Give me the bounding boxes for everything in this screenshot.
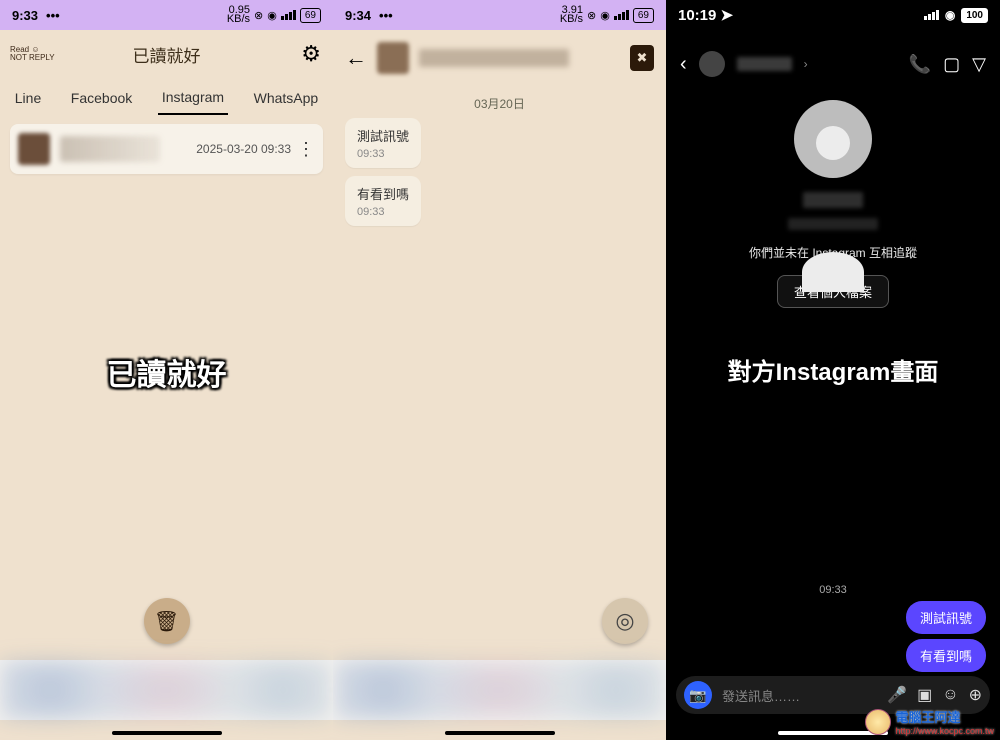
net-speed: 0.95 KB/s bbox=[227, 6, 250, 24]
phone-right: 10:19 ➤ ◉ 100 ‹ › 📞 ▢ ▽ 你們並未在 Instagram … bbox=[666, 0, 1000, 740]
signal-icon bbox=[614, 10, 629, 20]
plus-icon[interactable]: ⊕ bbox=[969, 685, 982, 705]
home-indicator bbox=[112, 731, 222, 735]
instagram-icon: ◎ bbox=[615, 608, 634, 634]
incoming-message: 有看到嗎 09:33 bbox=[345, 176, 421, 226]
battery-indicator: 69 bbox=[633, 8, 654, 23]
status-dots: ••• bbox=[379, 8, 393, 23]
status-bar: 9:33 ••• 0.95 KB/s ⊗ ◉ 69 bbox=[0, 0, 333, 30]
app-logo: Read ☺ NOT REPLY bbox=[10, 46, 55, 62]
mic-icon[interactable]: 🎤 bbox=[887, 685, 907, 705]
battery-indicator: 69 bbox=[300, 8, 321, 23]
conversation-name-blurred bbox=[60, 136, 160, 162]
status-bar: 9:34 ••• 3.91 KB/s ⊗ ◉ 69 bbox=[333, 0, 666, 30]
chat-header: ‹ › 📞 ▢ ▽ bbox=[666, 40, 1000, 88]
voice-off-icon: ⊗ bbox=[587, 9, 596, 22]
chat-header: ← ✖ bbox=[333, 30, 666, 85]
message-text: 測試訊號 bbox=[357, 126, 409, 145]
net-speed: 3.91 KB/s bbox=[560, 6, 583, 24]
instagram-fab[interactable]: ◎ bbox=[602, 598, 648, 644]
phone-middle: 9:34 ••• 3.91 KB/s ⊗ ◉ 69 ← ✖ 03月20日 測試訊… bbox=[333, 0, 666, 740]
tab-bar: Line Facebook Instagram WhatsApp bbox=[0, 78, 333, 118]
message-time: 09:33 bbox=[357, 206, 409, 218]
watermark-name: 電腦王阿達 bbox=[895, 710, 960, 725]
outgoing-message: 有看到嗎 bbox=[906, 639, 986, 672]
incoming-message: 測試訊號 09:33 bbox=[345, 118, 421, 168]
chat-name-blurred bbox=[419, 49, 569, 67]
more-icon[interactable]: ⋮ bbox=[297, 139, 315, 160]
profile-username-blurred bbox=[803, 192, 863, 208]
chat-name-blurred bbox=[737, 57, 792, 71]
gear-icon[interactable]: ⚙ bbox=[301, 41, 321, 67]
chevron-right-icon[interactable]: › bbox=[804, 57, 808, 71]
app-header: Read ☺ NOT REPLY 已讀就好 ⚙ bbox=[0, 30, 333, 78]
back-icon[interactable]: ← bbox=[345, 45, 367, 71]
status-time: 10:19 bbox=[678, 7, 716, 24]
avatar[interactable] bbox=[699, 51, 725, 77]
conversation-card[interactable]: 2025-03-20 09:33 ⋮ bbox=[10, 124, 323, 174]
sticker-icon[interactable]: ☺ bbox=[942, 686, 958, 704]
home-indicator bbox=[445, 731, 555, 735]
composer-input[interactable]: 發送訊息…… bbox=[722, 686, 877, 705]
image-icon[interactable]: ▣ bbox=[917, 685, 932, 705]
camera-icon[interactable]: 📷 bbox=[684, 681, 712, 709]
wifi-icon: ◉ bbox=[600, 9, 610, 22]
profile-avatar bbox=[794, 100, 872, 178]
status-time: 9:33 bbox=[12, 8, 38, 23]
tab-instagram[interactable]: Instagram bbox=[158, 81, 228, 115]
avatar bbox=[18, 133, 50, 165]
chat-time-separator: 09:33 bbox=[666, 584, 1000, 596]
tab-line[interactable]: Line bbox=[11, 82, 45, 114]
conversation-timestamp: 2025-03-20 09:33 bbox=[196, 142, 291, 156]
avatar bbox=[377, 42, 409, 74]
bottom-blurred-area bbox=[0, 660, 333, 720]
phone-left: 9:33 ••• 0.95 KB/s ⊗ ◉ 69 Read ☺ NOT REP… bbox=[0, 0, 333, 740]
location-icon: ➤ bbox=[721, 7, 734, 24]
tag-icon[interactable]: ▽ bbox=[972, 54, 986, 75]
status-time: 9:34 bbox=[345, 8, 371, 23]
profile-sub-blurred bbox=[788, 218, 878, 230]
status-bar: 10:19 ➤ ◉ 100 bbox=[666, 0, 1000, 30]
back-icon[interactable]: ‹ bbox=[680, 53, 687, 76]
trash-icon: 🗑 bbox=[154, 609, 179, 634]
tab-facebook[interactable]: Facebook bbox=[67, 82, 136, 114]
video-icon[interactable]: ▢ bbox=[943, 54, 960, 75]
wifi-icon: ◉ bbox=[945, 8, 955, 22]
voice-off-icon: ⊗ bbox=[254, 9, 263, 22]
watermark-face-icon bbox=[865, 709, 891, 735]
bottom-blurred-area bbox=[333, 660, 666, 720]
watermark-url: http://www.kocpc.com.tw bbox=[895, 726, 994, 736]
battery-indicator: 100 bbox=[961, 8, 988, 23]
app-title: 已讀就好 bbox=[133, 42, 201, 67]
signal-icon bbox=[281, 10, 296, 20]
date-separator: 03月20日 bbox=[333, 95, 666, 112]
message-text: 有看到嗎 bbox=[357, 184, 409, 203]
delete-fab[interactable]: 🗑 bbox=[144, 598, 190, 644]
profile-preview: 你們並未在 Instagram 互相追蹤 查看個人檔案 bbox=[666, 100, 1000, 308]
message-time: 09:33 bbox=[357, 148, 409, 160]
overlay-caption: 對方Instagram畫面 bbox=[666, 352, 1000, 387]
signal-icon bbox=[924, 10, 939, 20]
delete-icon[interactable]: ✖ bbox=[630, 45, 654, 71]
watermark: 電腦王阿達 http://www.kocpc.com.tw bbox=[865, 707, 994, 736]
overlay-caption: 已讀就好 bbox=[0, 350, 333, 394]
tab-whatsapp[interactable]: WhatsApp bbox=[250, 82, 323, 114]
wifi-icon: ◉ bbox=[267, 9, 277, 22]
outgoing-message: 測試訊號 bbox=[906, 601, 986, 634]
phone-icon[interactable]: 📞 bbox=[909, 54, 931, 75]
status-dots: ••• bbox=[46, 8, 60, 23]
